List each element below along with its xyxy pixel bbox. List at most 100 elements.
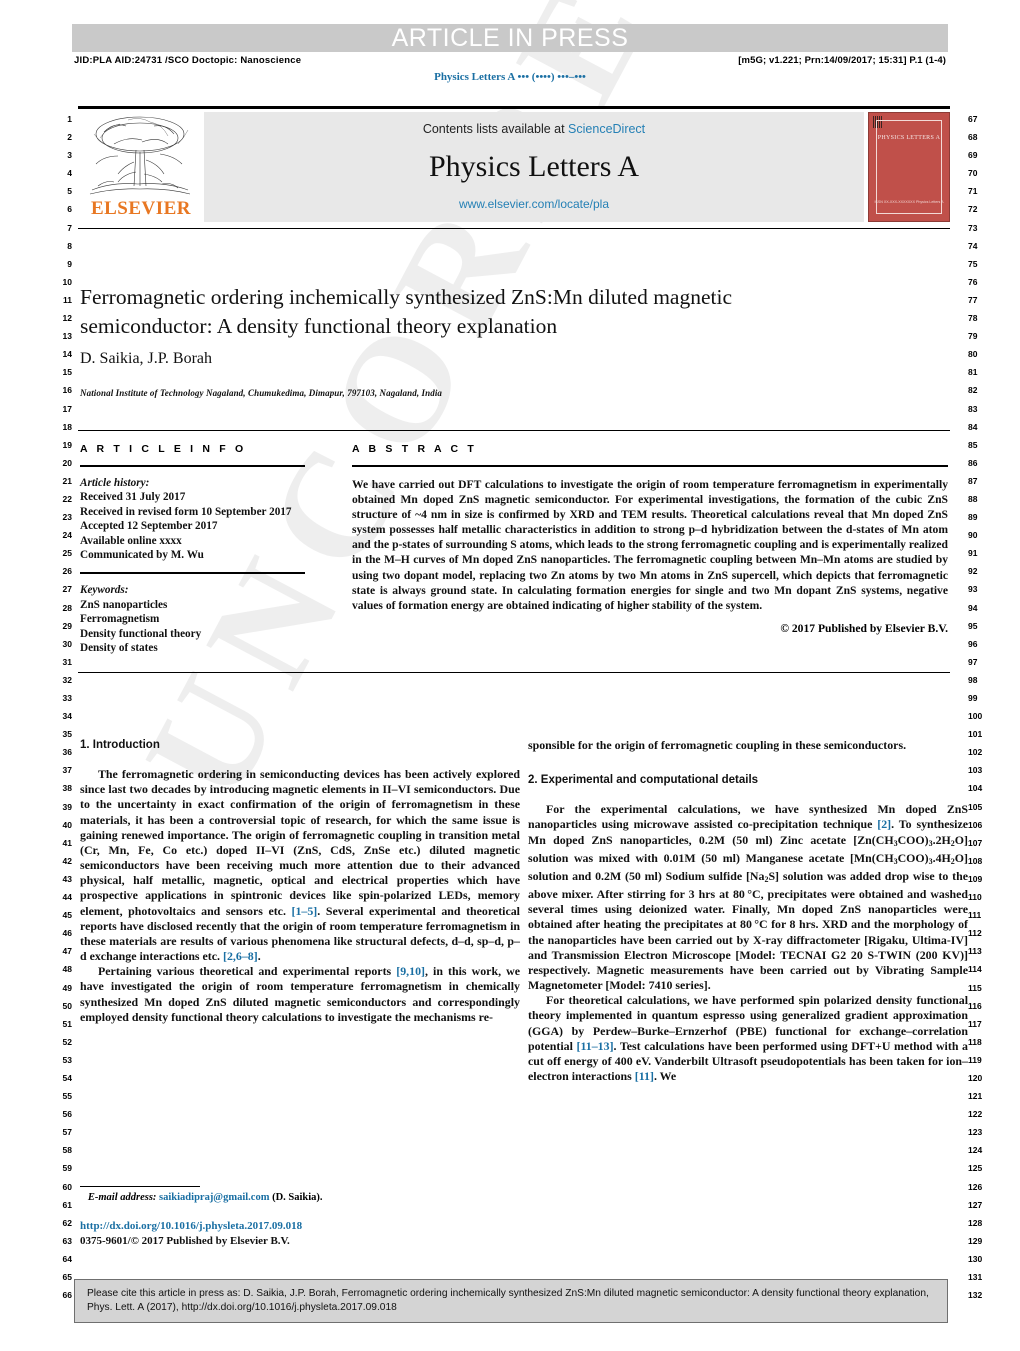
keywords-label: Keywords: (80, 584, 129, 597)
line-number: 130 (968, 1253, 983, 1264)
elsevier-tree-icon (89, 116, 191, 195)
citation-ref-2-6-8[interactable]: [2,6–8] (223, 949, 258, 963)
journal-url-link[interactable]: www.elsevier.com/locate/pla (204, 197, 864, 211)
line-number: 23 (62, 512, 72, 523)
line-number: 111 (968, 910, 982, 921)
line-number: 97 (968, 656, 978, 667)
abstract-column: A B S T R A C T We have carried out DFT … (352, 443, 948, 635)
citation-ref-9-10[interactable]: [9,10] (396, 964, 425, 978)
sciencedirect-link[interactable]: ScienceDirect (568, 122, 645, 136)
line-number: 117 (968, 1018, 982, 1029)
line-number: 14 (62, 349, 72, 360)
line-number: 62 (62, 1217, 72, 1228)
keywords-block: Keywords: ZnS nanoparticles Ferromagneti… (80, 583, 305, 655)
abstract-label: A B S T R A C T (352, 443, 477, 455)
issn-copyright: 0375-9601/© 2017 Published by Elsevier B… (80, 1235, 290, 1247)
line-number: 105 (968, 801, 983, 812)
line-number: 100 (968, 711, 983, 722)
citation-ref-11-13[interactable]: [11–13] (577, 1039, 614, 1053)
line-number: 132 (968, 1290, 983, 1301)
author-list: D. Saikia, J.P. Borah (80, 350, 212, 367)
line-number: 40 (62, 819, 72, 830)
line-number: 126 (968, 1181, 983, 1192)
line-number: 74 (968, 240, 978, 251)
line-number: 35 (62, 729, 72, 740)
line-number: 45 (62, 910, 72, 921)
line-number: 3 (67, 150, 72, 161)
line-number: 56 (62, 1109, 72, 1120)
line-number: 48 (62, 964, 72, 975)
line-number: 4 (67, 168, 72, 179)
citation-ref-2[interactable]: [2] (877, 817, 891, 831)
article-info-rule (80, 465, 305, 467)
masthead-panel: Contents lists available at ScienceDirec… (204, 112, 864, 222)
line-number: 85 (968, 439, 978, 450)
line-number: 29 (62, 620, 72, 631)
line-number: 68 (968, 132, 978, 143)
line-number: 27 (62, 584, 72, 595)
doi-link[interactable]: http://dx.doi.org/10.1016/j.physleta.201… (80, 1220, 520, 1232)
line-number: 24 (62, 530, 72, 541)
article-in-press-label: ARTICLE IN PRESS (391, 24, 629, 52)
elsevier-wordmark: ELSEVIER (90, 198, 192, 219)
line-number: 21 (62, 475, 72, 486)
article-history-label: Article history: (80, 477, 150, 489)
line-number: 1 (67, 114, 72, 124)
line-number: 7 (67, 222, 72, 233)
line-number: 19 (62, 439, 72, 450)
line-number: 26 (62, 566, 72, 577)
line-number: 101 (968, 729, 983, 740)
line-number: 20 (62, 457, 72, 468)
line-number: 115 (968, 982, 982, 993)
citation-ref-1-5[interactable]: [1–5] (292, 904, 318, 918)
line-number: 16 (62, 385, 72, 396)
line-number: 129 (968, 1235, 983, 1246)
line-number: 89 (968, 512, 978, 523)
line-number: 94 (968, 602, 978, 613)
intro-p2-part-a: Pertaining various theoretical and exper… (98, 964, 397, 979)
line-number: 6 (67, 204, 72, 215)
abstract-copyright: © 2017 Published by Elsevier B.V. (780, 621, 948, 635)
line-number: 96 (968, 638, 978, 649)
info-bottom-rule (78, 672, 950, 673)
page-title: Ferromagnetic ordering inchemically synt… (80, 285, 732, 338)
exp-p1-part-b: . To synthesize Mn doped ZnS nanoparticl… (528, 817, 968, 993)
line-number: 128 (968, 1217, 983, 1228)
journal-id-stamp: JID:PLA AID:24731 /SCO Doctopic: Nanosci… (74, 55, 302, 66)
line-number: 72 (968, 204, 978, 215)
line-number: 22 (62, 493, 72, 504)
keyword-item: Ferromagnetism (80, 613, 160, 626)
line-number: 118 (968, 1036, 982, 1047)
keyword-item: ZnS nanoparticles (80, 598, 168, 611)
line-number: 2 (67, 132, 72, 143)
line-number: 11 (63, 294, 72, 305)
line-number: 84 (968, 421, 978, 432)
line-number: 5 (67, 186, 72, 197)
line-number: 86 (968, 457, 978, 468)
line-number: 103 (968, 765, 983, 776)
cover-footer-text: ISSN XX-XXX-XXXXXXX Physics Letters A (874, 199, 944, 204)
line-number: 107 (968, 837, 983, 848)
exp-p2-part-c: . We (653, 1068, 677, 1083)
line-number: 32 (62, 674, 72, 685)
section-heading-introduction: 1. Introduction (80, 739, 160, 751)
body-column-right: sponsible for the origin of ferromagneti… (528, 738, 968, 1084)
line-number: 41 (62, 837, 72, 848)
line-numbers-left: 1 2 3 4 5 6 7 8 9 10 11 12 13 14 15 16 17 18 19 20 21 22 23 24 2… (46, 110, 72, 1304)
email-link[interactable]: saikiadipraj@gmail.com (159, 1192, 269, 1203)
line-number: 57 (62, 1127, 72, 1138)
line-number: 119 (968, 1054, 982, 1065)
article-page: UNCORRECTED PROOF ARTICLE IN PRESS JID:P… (0, 0, 1020, 1351)
line-number: 9 (67, 258, 72, 269)
citation-ref-11[interactable]: [11] (635, 1069, 654, 1083)
line-number: 18 (62, 421, 72, 432)
line-number: 120 (968, 1072, 983, 1083)
masthead-top-rule (78, 106, 950, 109)
keyword-item: Density of states (80, 642, 158, 655)
journal-title: Physics Letters A (429, 150, 639, 183)
line-number: 44 (62, 892, 72, 903)
experimental-paragraph-1: For the experimental calculations, we ha… (528, 802, 968, 993)
history-item: Received 31 July 2017 (80, 491, 186, 504)
line-number: 64 (62, 1253, 72, 1264)
line-number: 49 (62, 982, 72, 993)
